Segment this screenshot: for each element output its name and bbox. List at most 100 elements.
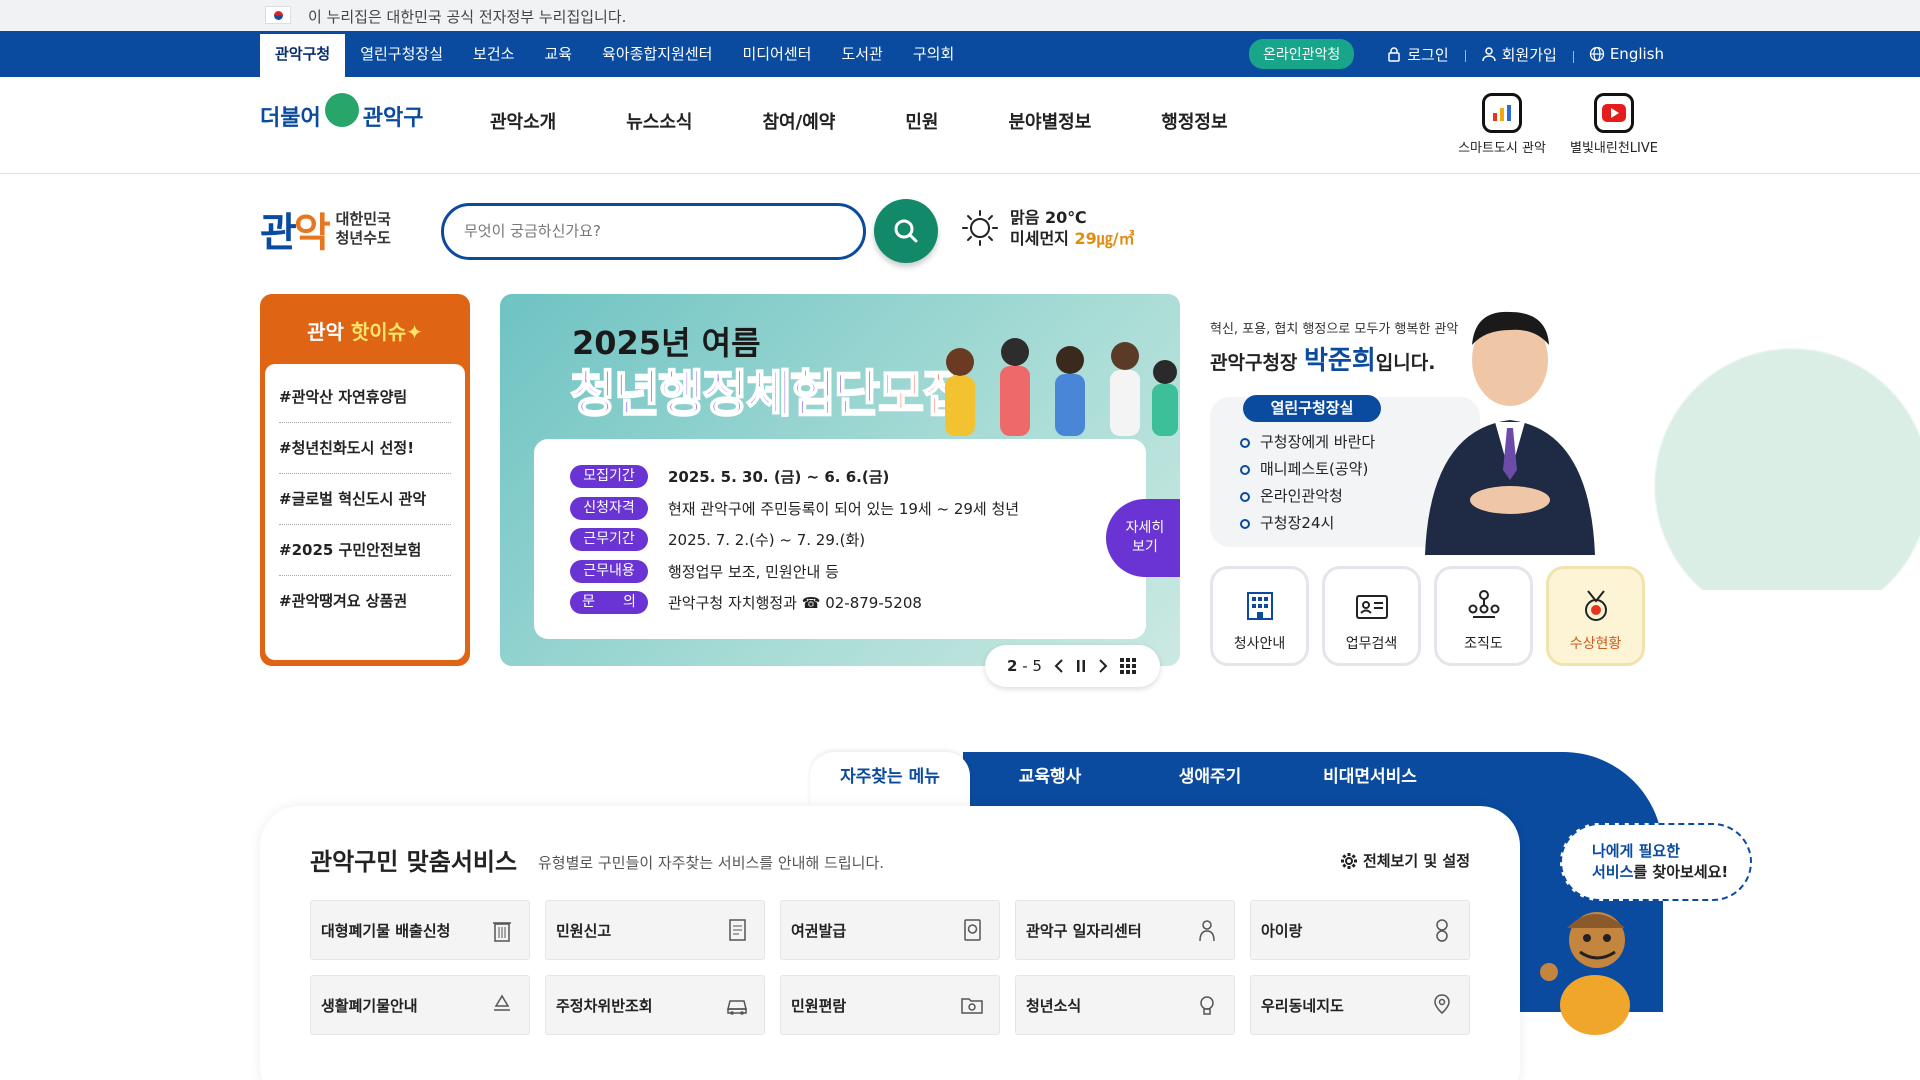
map-pin-icon bbox=[1434, 994, 1450, 1014]
nav-news[interactable]: 뉴스소식 bbox=[626, 77, 692, 174]
site-tab-health[interactable]: 보건소 bbox=[458, 31, 529, 77]
services-settings-button[interactable]: 전체보기 및 설정 bbox=[1340, 850, 1470, 871]
quick-work-search[interactable]: 업무검색 bbox=[1322, 566, 1421, 666]
nav-intro[interactable]: 관악소개 bbox=[490, 77, 556, 174]
english-link[interactable]: English bbox=[1572, 45, 1680, 63]
utility-links: 온라인관악청 로그인 회원가입 English bbox=[1248, 31, 1680, 77]
child-icon bbox=[1436, 919, 1448, 942]
gov-banner: 이 누리집은 대한민국 공식 전자정부 누리집입니다. bbox=[0, 0, 1920, 31]
service-item[interactable]: 아이랑 bbox=[1250, 900, 1470, 960]
nav-civil[interactable]: 민원 bbox=[905, 77, 938, 174]
nav-participation[interactable]: 참여/예약 bbox=[763, 77, 836, 174]
service-item[interactable]: 청년소식 bbox=[1015, 975, 1235, 1035]
site-tab-council[interactable]: 구의회 bbox=[898, 31, 969, 77]
prev-icon[interactable] bbox=[1054, 659, 1064, 673]
hot-issue-item[interactable]: #청년친화도시 선정! bbox=[279, 423, 451, 474]
main-header: 더불어 관악구 관악소개 뉴스소식 참여/예약 민원 분야별정보 행정정보 스마… bbox=[0, 77, 1920, 174]
lock-icon bbox=[1388, 47, 1400, 62]
document-icon bbox=[729, 919, 746, 941]
service-item[interactable]: 관악구 일자리센터 bbox=[1015, 900, 1235, 960]
medal-icon bbox=[1584, 590, 1607, 621]
service-item[interactable]: 생활폐기물안내 bbox=[310, 975, 530, 1035]
hot-issue-item[interactable]: #관악산 자연휴양림 bbox=[279, 372, 451, 423]
weather-widget: 맑음 20℃ 미세먼지 29㎍/㎥ bbox=[960, 207, 1135, 249]
chart-icon bbox=[1482, 93, 1522, 133]
mayor-title: 관악구청장 박준희입니다. bbox=[1210, 346, 1436, 376]
quick-org-chart[interactable]: 조직도 bbox=[1434, 566, 1533, 666]
nav-admin[interactable]: 행정정보 bbox=[1161, 77, 1227, 174]
service-item[interactable]: 여권발급 bbox=[780, 900, 1000, 960]
login-link[interactable]: 로그인 bbox=[1370, 44, 1464, 65]
utility-bar: 관악구청 열린구청장실 보건소 교육 육아종합지원센터 미디어센터 도서관 구의… bbox=[0, 31, 1920, 77]
mayor-link[interactable]: 구청장24시 bbox=[1240, 510, 1375, 537]
tab-education-events[interactable]: 교육행사 bbox=[970, 752, 1130, 806]
lightbulb-icon bbox=[1200, 996, 1214, 1015]
site-tab-gwanak[interactable]: 관악구청 bbox=[260, 34, 346, 77]
weather-dust: 미세먼지 29㎍/㎥ bbox=[1010, 229, 1135, 248]
hot-issue-item[interactable]: #2025 구민안전보험 bbox=[279, 525, 451, 576]
services-title: 관악구민 맞춤서비스 bbox=[310, 848, 518, 876]
nav-fields[interactable]: 분야별정보 bbox=[1008, 77, 1091, 174]
banner-row-work-content: 근무내용 행정업무 보조, 민원안내 등 bbox=[570, 556, 1146, 588]
building-icon bbox=[1246, 592, 1273, 620]
hot-issue-list: #관악산 자연휴양림 #청년친화도시 선정! #글로벌 혁신도시 관악 #202… bbox=[265, 364, 465, 660]
live-label: 별빛내린천LIVE bbox=[1570, 141, 1658, 156]
folder-search-icon bbox=[961, 998, 983, 1014]
signup-link[interactable]: 회원가입 bbox=[1464, 44, 1573, 65]
site-tab-childcare[interactable]: 육아종합지원센터 bbox=[587, 31, 727, 77]
logo-text-right: 관악구 bbox=[362, 106, 424, 131]
pause-icon[interactable] bbox=[1076, 659, 1086, 673]
main-nav: 관악소개 뉴스소식 참여/예약 민원 분야별정보 행정정보 bbox=[490, 77, 1298, 174]
main-banner[interactable]: 2025년 여름 청년행정체험단모집 모집기간 2025. 5. 30. (금) … bbox=[500, 294, 1180, 666]
tab-frequent-menu[interactable]: 자주찾는 메뉴 bbox=[810, 752, 970, 806]
banner-headline: 청년행정체험단모집 bbox=[569, 364, 969, 424]
live-link[interactable]: 별빛내린천LIVE bbox=[1559, 93, 1669, 156]
mayor-office-tag[interactable]: 열린구청장실 bbox=[1243, 395, 1381, 422]
grid-icon[interactable] bbox=[1119, 658, 1136, 674]
site-tab-library[interactable]: 도서관 bbox=[826, 31, 897, 77]
search-button[interactable] bbox=[874, 199, 938, 263]
gov-banner-text: 이 누리집은 대한민국 공식 전자정부 누리집입니다. bbox=[308, 8, 627, 26]
logo-emblem-icon bbox=[324, 93, 359, 127]
service-item[interactable]: 주정차위반조회 bbox=[545, 975, 765, 1035]
recycle-icon bbox=[494, 994, 510, 1011]
mayor-link[interactable]: 구청장에게 바란다 bbox=[1240, 429, 1375, 456]
quick-building-guide[interactable]: 청사안내 bbox=[1210, 566, 1309, 666]
mascot-character bbox=[1540, 912, 1630, 1035]
hot-issue-title: 관악 핫이슈✦ bbox=[307, 320, 423, 344]
banner-more-button[interactable]: 자세히 보기 bbox=[1106, 499, 1180, 577]
hot-issue-item[interactable]: #글로벌 혁신도시 관악 bbox=[279, 474, 451, 525]
tab-contactless[interactable]: 비대면서비스 bbox=[1290, 752, 1450, 806]
mayor-link[interactable]: 매니페스토(공약) bbox=[1240, 456, 1375, 483]
custom-services-panel: 관악구민 맞춤서비스 유형별로 구민들이 자주찾는 서비스를 안내해 드립니다.… bbox=[260, 806, 1520, 1080]
service-item[interactable]: 민원신고 bbox=[545, 900, 765, 960]
globe-icon bbox=[1589, 46, 1604, 62]
online-gwanak-button[interactable]: 온라인관악청 bbox=[1248, 39, 1355, 69]
site-tab-mayor[interactable]: 열린구청장실 bbox=[345, 31, 458, 77]
car-icon bbox=[727, 1000, 747, 1015]
hot-issue-box: 관악 핫이슈✦ #관악산 자연휴양림 #청년친화도시 선정! #글로벌 혁신도시… bbox=[260, 294, 470, 666]
quick-building-guide-label: 청사안내 bbox=[1233, 636, 1286, 652]
search-input[interactable]: 무엇이 궁금하신가요? bbox=[441, 203, 866, 260]
site-tab-education[interactable]: 교육 bbox=[529, 31, 587, 77]
trash-icon bbox=[493, 922, 511, 942]
service-item[interactable]: 우리동네지도 bbox=[1250, 975, 1470, 1035]
quick-work-search-label: 업무검색 bbox=[1345, 636, 1398, 652]
quick-awards[interactable]: 수상현황 bbox=[1546, 566, 1645, 666]
weather-text: 맑음 20℃ 미세먼지 29㎍/㎥ bbox=[1010, 207, 1135, 249]
mountain-emblem-decoration bbox=[1600, 330, 1920, 590]
hot-issue-item[interactable]: #관악땡겨요 상품권 bbox=[279, 576, 451, 627]
brand-mark: 관악 bbox=[260, 210, 331, 256]
service-item[interactable]: 대형폐기물 배출신청 bbox=[310, 900, 530, 960]
site-tab-media[interactable]: 미디어센터 bbox=[727, 31, 826, 77]
smart-city-link[interactable]: 스마트도시 관악 bbox=[1447, 93, 1557, 156]
service-tabs: 자주찾는 메뉴 교육행사 생애주기 비대면서비스 bbox=[810, 752, 1450, 806]
next-icon[interactable] bbox=[1098, 659, 1108, 673]
service-item[interactable]: 민원편람 bbox=[780, 975, 1000, 1035]
id-card-icon bbox=[1355, 595, 1388, 619]
tab-life-cycle[interactable]: 생애주기 bbox=[1130, 752, 1290, 806]
mayor-link[interactable]: 온라인관악청 bbox=[1240, 483, 1375, 510]
services-grid: 대형폐기물 배출신청 민원신고 여권발급 관악구 일자리센터 아이랑 생활폐기물… bbox=[310, 900, 1470, 1035]
banner-row-contact: 문 의 관악구청 자치행정과 ☎ 02-879-5208 bbox=[570, 587, 1146, 619]
site-logo[interactable]: 더불어 관악구 bbox=[260, 93, 424, 133]
